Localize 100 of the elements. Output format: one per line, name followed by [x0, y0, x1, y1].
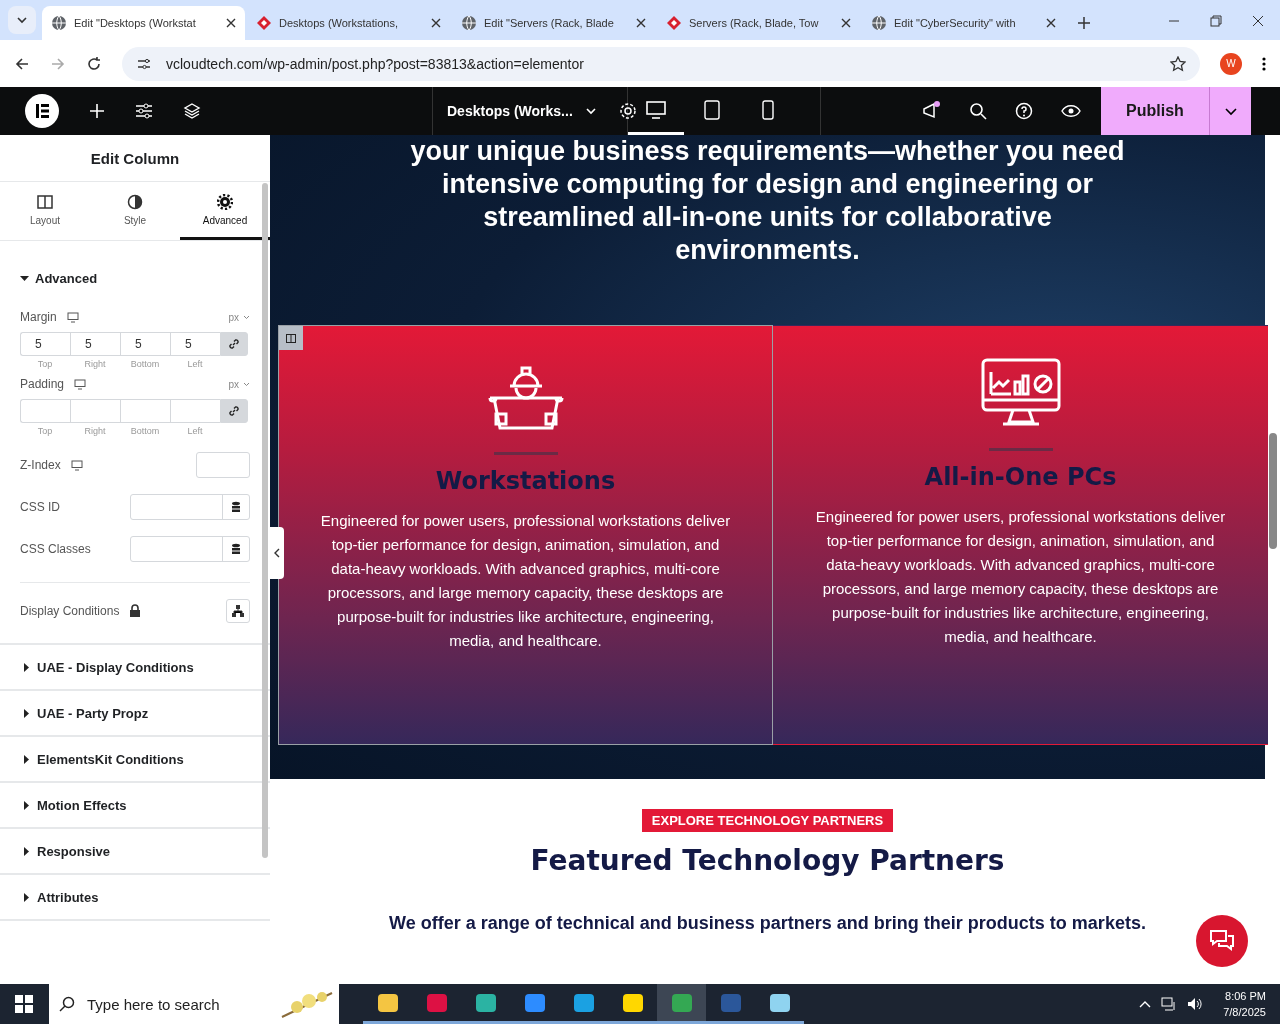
elementor-logo-icon[interactable] [25, 94, 59, 128]
gear-icon [217, 193, 233, 210]
chevron-left-icon [274, 548, 280, 558]
field-label: CSS Classes [20, 542, 91, 556]
browser-tab[interactable]: Servers (Rack, Blade, Tow [657, 6, 860, 40]
z-index-input[interactable] [196, 452, 250, 478]
card-description: Engineered for power users, professional workstations deliver top-tier performance for design, animation, simulation, and data-heavy workloads. With advanced graphics, multi-core processors, and large memory capacity, these desktops are purpose-built for industries like architecture, engineering, media, and healthcare. [814, 507, 1227, 647]
more-menu-icon[interactable] [1262, 55, 1266, 72]
panel-tab[interactable]: Style [90, 182, 180, 240]
link-values-button[interactable] [220, 399, 248, 423]
side-label: Top [36, 426, 54, 436]
clock-time: 8:06 PM [1225, 989, 1266, 1004]
bookmark-star-icon[interactable] [1170, 55, 1186, 72]
margin-input[interactable]: 5 [170, 332, 220, 356]
sliders-icon[interactable] [135, 103, 153, 119]
margin-input[interactable]: 5 [20, 332, 70, 356]
browser-tab[interactable]: Desktops (Workstations, [247, 6, 450, 40]
margin-input[interactable]: 5 [70, 332, 120, 356]
back-arrow-icon[interactable] [14, 55, 30, 72]
lock-icon [129, 604, 142, 618]
chat-bubbles-icon [1209, 929, 1235, 953]
address-bar[interactable]: vcloudtech.com/wp-admin/post.php?post=83813&action=elementor [122, 46, 1200, 81]
taskbar-search-field[interactable]: Type here to search [49, 984, 339, 1024]
intro-text-line: environments. [675, 234, 860, 267]
profile-avatar[interactable]: W [1220, 52, 1242, 75]
caret-right-icon [22, 662, 31, 672]
side-label: Left [186, 359, 204, 369]
columns-icon [37, 193, 53, 210]
unit-selector[interactable]: px [228, 311, 250, 323]
network-icon[interactable] [1161, 997, 1178, 1011]
new-tab-icon[interactable] [1077, 16, 1091, 30]
document-dropdown[interactable]: Desktops (Works... [447, 103, 597, 119]
field-label: Margin [20, 310, 57, 324]
desktop-icon[interactable] [74, 378, 87, 390]
clock-date: 7/8/2025 [1223, 1005, 1266, 1020]
close-icon[interactable] [1252, 15, 1264, 27]
help-icon[interactable] [1015, 102, 1033, 120]
close-icon[interactable] [636, 18, 646, 28]
megaphone-icon[interactable] [921, 101, 941, 121]
chevron-down-icon [243, 314, 250, 320]
tab-search-button[interactable] [8, 6, 36, 34]
side-label: Left [186, 426, 204, 436]
restore-icon[interactable] [1210, 15, 1222, 27]
chevron-up-icon[interactable] [1139, 1000, 1152, 1008]
side-label: Bottom [129, 359, 161, 369]
padding-input[interactable] [120, 399, 170, 423]
padding-input[interactable] [70, 399, 120, 423]
desktop-icon[interactable] [66, 311, 79, 323]
close-icon[interactable] [1046, 18, 1056, 28]
browser-tab[interactable]: Edit "CyberSecurity" with [862, 6, 1065, 40]
caret-right-icon [22, 846, 31, 856]
feature-card[interactable] [278, 325, 773, 745]
unit-selector[interactable]: px [228, 378, 250, 390]
feature-card[interactable] [773, 325, 1268, 745]
display-conditions-button[interactable] [226, 599, 250, 623]
intro-text-line: streamlined all-in-one units for collaborative [483, 201, 1052, 234]
database-icon[interactable] [231, 501, 241, 513]
margin-input[interactable]: 5 [120, 332, 170, 356]
side-label: Bottom [129, 426, 161, 436]
close-icon[interactable] [841, 18, 851, 28]
publish-button[interactable]: Publish [1101, 87, 1209, 135]
padding-input[interactable] [170, 399, 220, 423]
close-icon[interactable] [226, 18, 236, 28]
url-text: vcloudtech.com/wp-admin/post.php?post=83813&action=elementor [166, 55, 585, 72]
intro-text-line: intensive computing for design and engineering or [441, 168, 1094, 201]
close-icon[interactable] [431, 18, 441, 28]
settings-icon[interactable] [618, 102, 637, 120]
caret-right-icon [22, 754, 31, 764]
add-icon[interactable] [89, 103, 105, 119]
windows-start-icon[interactable] [15, 995, 33, 1013]
section-header[interactable]: Advanced [20, 241, 98, 310]
column-handle[interactable] [279, 326, 303, 350]
field-label: CSS ID [20, 500, 60, 514]
link-values-button[interactable] [220, 332, 248, 356]
half-circle-icon [127, 193, 143, 210]
side-label: Right [83, 426, 107, 436]
caret-right-icon [22, 708, 31, 718]
browser-tab[interactable]: Edit "Desktops (Workstat [42, 6, 245, 40]
chevron-down-icon [243, 381, 250, 387]
padding-input[interactable] [20, 399, 70, 423]
desktop-icon[interactable] [70, 459, 83, 471]
chat-button[interactable] [1196, 915, 1248, 967]
preview-eye-icon[interactable] [1061, 104, 1081, 118]
card-description: Engineered for power users, professional workstations deliver top-tier performance for design, animation, simulation, and data-heavy workloads. With advanced graphics, multi-core processors, and large memory capacity, these desktops are purpose-built for industries like architecture, engineering, media, and healthcare. [319, 511, 732, 651]
diamond-logo-icon [666, 15, 682, 31]
card-title: Workstations [435, 467, 616, 495]
css-id-input[interactable] [130, 494, 250, 520]
search-icon[interactable] [969, 102, 987, 120]
database-icon[interactable] [231, 543, 241, 555]
mobile-icon [762, 99, 774, 120]
browser-tab[interactable]: Edit "Servers (Rack, Blade [452, 6, 655, 40]
hierarchy-icon [232, 605, 244, 617]
css-classes-input[interactable] [130, 536, 250, 562]
chevron-down-icon [16, 14, 28, 26]
collapse-panel-button[interactable] [270, 527, 284, 579]
reload-icon[interactable] [86, 55, 102, 72]
panel-tab[interactable]: Layout [0, 182, 90, 240]
speaker-icon[interactable] [1187, 997, 1204, 1011]
caret-right-icon [22, 892, 31, 902]
layers-icon[interactable] [183, 102, 201, 120]
